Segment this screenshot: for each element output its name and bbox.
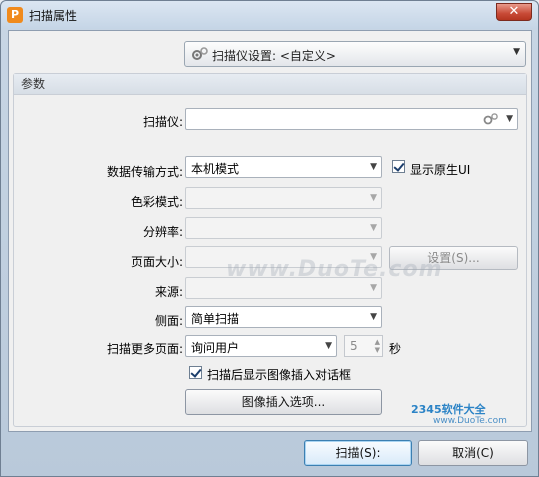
scan-more-pages-label: 扫描更多页面: (106, 342, 183, 356)
dialog-client: 扫描仪设置: <自定义> ▼ 参数 扫描仪: ▼ 数据传输方式: 本机模式 ▼ … (8, 30, 532, 432)
close-button[interactable]: ✕ (496, 3, 532, 21)
sides-select[interactable]: 简单扫描 ▼ (185, 306, 382, 328)
chevron-down-icon: ▼ (506, 114, 513, 124)
scanner-preset-dropdown[interactable]: 扫描仪设置: <自定义> ▼ (184, 41, 526, 67)
chevron-down-icon: ▼ (370, 312, 377, 322)
resolution-label: 分辨率: (142, 225, 183, 239)
watermark-logo: 2345软件大全 (411, 403, 486, 416)
chevron-down-icon: ▼ (370, 193, 377, 203)
watermark-logo-url: www.DuoTe.com (433, 416, 507, 426)
seconds-value: 5 (350, 339, 358, 353)
scan-more-pages-value: 询问用户 (191, 341, 240, 355)
parameters-group: 参数 扫描仪: ▼ 数据传输方式: 本机模式 ▼ 显示原生UI 色彩模式: ▼ (13, 73, 527, 427)
color-mode-label: 色彩模式: (130, 195, 183, 209)
sides-value: 简单扫描 (191, 312, 240, 326)
gear-icon (483, 113, 498, 125)
gear-icon (192, 47, 208, 60)
cancel-button[interactable]: 取消(C) (418, 440, 528, 466)
transfer-mode-select[interactable]: 本机模式 ▼ (185, 156, 382, 178)
chevron-down-icon: ▼ (325, 341, 332, 351)
chevron-down-icon: ▼ (513, 47, 520, 57)
app-icon: P (7, 7, 23, 23)
window-title: 扫描属性 (29, 9, 78, 23)
seconds-label: 秒 (389, 342, 402, 356)
transfer-mode-label: 数据传输方式: (106, 165, 183, 179)
scan-button[interactable]: 扫描(S): (304, 440, 412, 466)
show-insert-dialog-checkbox[interactable] (189, 366, 202, 379)
chevron-up-icon[interactable]: ▲ (375, 338, 380, 346)
sides-label: 侧面: (154, 314, 183, 328)
show-insert-dialog-label: 扫描后显示图像插入对话框 (207, 368, 352, 382)
watermark-text: www.DuoTe.com (226, 257, 443, 282)
source-label: 来源: (154, 285, 183, 299)
transfer-mode-value: 本机模式 (191, 162, 240, 176)
chevron-down-icon: ▼ (370, 162, 377, 172)
image-insert-options-button[interactable]: 图像插入选项... (185, 389, 382, 415)
show-native-ui-label: 显示原生UI (410, 163, 471, 177)
resolution-select[interactable]: ▼ (185, 217, 382, 239)
chevron-down-icon: ▼ (370, 223, 377, 233)
show-native-ui-checkbox[interactable] (392, 160, 405, 173)
title-bar: P 扫描属性 ✕ (1, 1, 538, 29)
dialog-window: P 扫描属性 ✕ 扫描仪设置: <自定义> ▼ 参数 扫描仪: ▼ 数据传输方式… (0, 0, 539, 477)
scanner-select[interactable]: ▼ (185, 108, 518, 130)
color-mode-select[interactable]: ▼ (185, 187, 382, 209)
parameters-header: 参数 (14, 74, 526, 95)
chevron-down-icon[interactable]: ▼ (375, 346, 380, 354)
chevron-down-icon: ▼ (370, 283, 377, 293)
seconds-stepper[interactable]: 5 ▲ ▼ (344, 335, 383, 357)
page-size-label: 页面大小: (130, 255, 183, 269)
preset-label: 扫描仪设置: <自定义> (212, 49, 336, 63)
scan-more-pages-select[interactable]: 询问用户 ▼ (185, 335, 337, 357)
scanner-label: 扫描仪: (142, 115, 183, 129)
